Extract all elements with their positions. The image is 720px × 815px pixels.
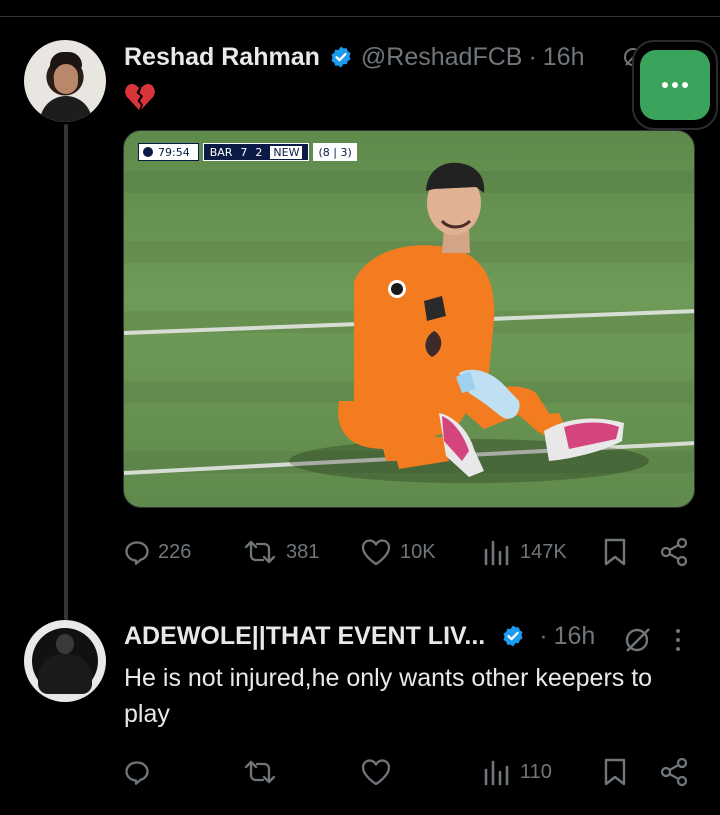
share-icon <box>660 537 688 567</box>
timestamp[interactable]: 16h <box>554 622 596 651</box>
view-count: 110 <box>520 760 552 783</box>
share-icon <box>660 757 688 787</box>
top-divider <box>0 16 720 17</box>
like-count: 10K <box>400 540 436 563</box>
timestamp[interactable]: 16h <box>543 43 585 72</box>
reply-button[interactable]: 226 <box>124 532 191 572</box>
reply-header: ADEWOLE||THAT EVENT LIV... · 16h <box>124 619 595 653</box>
match-scorebug: 79:54 BAR 7 2 NEW (8 | 3) <box>138 143 357 161</box>
reply-icon <box>125 541 149 565</box>
bookmark-icon <box>604 758 626 786</box>
like-button[interactable] <box>360 752 392 792</box>
repost-count: 381 <box>286 540 320 563</box>
bookmark-button[interactable] <box>602 532 628 572</box>
repost-button[interactable]: 381 <box>242 532 319 572</box>
aggregate-score: (8 | 3) <box>313 143 357 161</box>
like-button[interactable]: 10K <box>360 532 436 572</box>
heart-icon <box>361 539 391 566</box>
reply-button[interactable] <box>124 752 150 792</box>
match-clock: 79:54 <box>158 145 190 159</box>
reply-actions: 110 <box>124 752 694 792</box>
repost-button[interactable] <box>242 752 278 792</box>
share-button[interactable] <box>658 752 690 792</box>
repost-icon <box>244 760 276 784</box>
author-name[interactable]: ADEWOLE||THAT EVENT LIV... <box>124 622 485 651</box>
share-button[interactable] <box>658 532 690 572</box>
view-count: 147K <box>520 540 567 563</box>
tweet-header: Reshad Rahman @ReshadFCB · 16h <box>124 40 585 74</box>
home-team: BAR <box>209 145 233 159</box>
home-score: 7 <box>240 145 248 159</box>
tweet-media-image[interactable]: 79:54 BAR 7 2 NEW (8 | 3) <box>123 130 695 508</box>
more-options-icon[interactable] <box>672 625 684 655</box>
verified-badge-icon <box>501 624 525 648</box>
floating-more-button[interactable] <box>632 40 718 130</box>
goalkeeper-figure <box>289 162 649 483</box>
separator-dot: · <box>539 621 548 650</box>
views-button[interactable]: 110 <box>482 752 552 792</box>
bookmark-button[interactable] <box>602 752 628 792</box>
avatar[interactable] <box>24 620 106 702</box>
reply-count: 226 <box>158 540 192 563</box>
away-team: NEW <box>270 145 303 159</box>
avatar[interactable] <box>24 40 106 122</box>
bookmark-icon <box>604 538 626 566</box>
reply-icon <box>125 761 149 785</box>
separator-dot: · <box>528 42 537 71</box>
repost-icon <box>244 540 276 564</box>
more-options-icon <box>640 50 710 120</box>
views-chart-icon <box>484 760 509 786</box>
away-score: 2 <box>255 145 263 159</box>
thread-connector-line <box>64 124 68 620</box>
author-name[interactable]: Reshad Rahman <box>124 43 320 72</box>
reply-text: He is not injured,he only wants other ke… <box>124 664 653 728</box>
ucl-logo-icon <box>143 147 153 157</box>
author-handle[interactable]: @ReshadFCB <box>361 43 523 72</box>
views-button[interactable]: 147K <box>482 532 567 572</box>
verified-badge-icon <box>329 45 353 69</box>
tweet-actions: 226 381 10K 147K <box>124 532 694 572</box>
heart-icon <box>361 759 391 786</box>
grok-icon[interactable] <box>622 625 652 655</box>
broken-heart-icon <box>124 82 156 112</box>
views-chart-icon <box>484 540 509 566</box>
